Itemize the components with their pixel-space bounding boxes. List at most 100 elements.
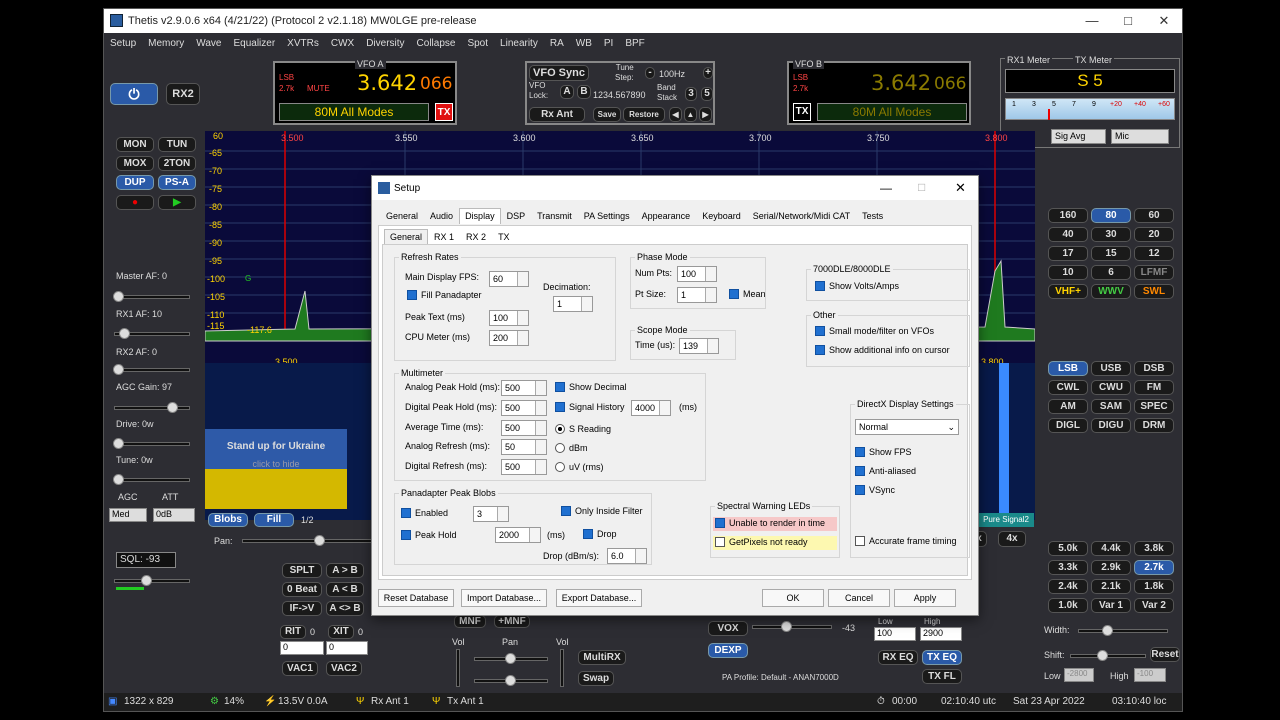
signal-history-input[interactable]: 4000 [631, 400, 671, 416]
decimation-input[interactable]: 1 [553, 296, 593, 312]
show-volts-checkbox[interactable]: Show Volts/Amps [815, 281, 899, 291]
dbm-radio[interactable]: dBm [555, 443, 588, 453]
tab-tests[interactable]: Tests [856, 208, 889, 224]
rx-eq-button[interactable]: RX EQ [878, 650, 918, 665]
fill-panadapter-checkbox[interactable]: Fill Panadapter [407, 290, 482, 300]
rx2-af-slider[interactable] [114, 368, 190, 372]
record-icon[interactable]: ● [116, 195, 154, 210]
band-15-button[interactable]: 15 [1091, 246, 1131, 261]
mnf-button[interactable]: MNF [454, 615, 486, 628]
mode-am-button[interactable]: AM [1048, 399, 1088, 414]
menu-wb[interactable]: WB [570, 38, 598, 49]
unable-render-checkbox[interactable]: Unable to render in time [715, 518, 825, 528]
vfo-a-freq[interactable]: 3.642 [357, 71, 417, 95]
export-database-button[interactable]: Export Database... [556, 589, 642, 607]
subtab-rx2[interactable]: RX 2 [460, 229, 492, 245]
reset-database-button[interactable]: Reset Database [378, 589, 454, 607]
multirx-button[interactable]: MultiRX [578, 650, 626, 665]
menu-cwx[interactable]: CWX [325, 38, 360, 49]
cpu-meter-input[interactable]: 200 [489, 330, 529, 346]
drop-checkbox[interactable]: Drop [583, 529, 617, 539]
tune-slider[interactable] [114, 478, 190, 482]
split-button[interactable]: SPLT [282, 563, 322, 578]
accurate-timing-checkbox[interactable]: Accurate frame timing [855, 536, 957, 546]
main-fps-input[interactable]: 60 [489, 271, 529, 287]
rx-ant-button[interactable]: Rx Ant [529, 107, 585, 122]
band-30-button[interactable]: 30 [1091, 227, 1131, 242]
b-to-a-button[interactable]: A < B [326, 582, 364, 597]
xit-button[interactable]: XIT [328, 625, 354, 639]
arrow-up-icon[interactable]: ▲ [684, 107, 697, 122]
a-to-b-button[interactable]: A > B [326, 563, 364, 578]
band-vhf-button[interactable]: VHF+ [1048, 284, 1088, 299]
import-database-button[interactable]: Import Database... [461, 589, 547, 607]
tune-step-up-button[interactable]: + [703, 67, 713, 79]
cancel-button[interactable]: Cancel [828, 589, 890, 607]
shift-reset-button[interactable]: Reset [1150, 647, 1180, 662]
menu-collapse[interactable]: Collapse [411, 38, 462, 49]
tx-low-input[interactable]: 100 [874, 627, 916, 641]
save-button[interactable]: Save [593, 107, 621, 122]
vol-slider-2[interactable] [560, 649, 564, 687]
agc-gain-knob[interactable] [167, 402, 178, 413]
rx2-af-knob[interactable] [113, 364, 124, 375]
psa-button[interactable]: PS-A [158, 175, 196, 190]
zero-beat-button[interactable]: 0 Beat [282, 582, 322, 597]
blobs-enabled-checkbox[interactable]: Enabled [401, 508, 448, 518]
mode-spec-button[interactable]: SPEC [1134, 399, 1174, 414]
only-inside-filter-checkbox[interactable]: Only Inside Filter [561, 506, 643, 516]
sql-knob[interactable] [141, 575, 152, 586]
blobs-button[interactable]: Blobs [208, 513, 248, 527]
vac2-button[interactable]: VAC2 [326, 661, 362, 676]
agc-gain-slider[interactable] [114, 406, 190, 410]
show-decimal-checkbox[interactable]: Show Decimal [555, 382, 627, 392]
tab-dsp[interactable]: DSP [501, 208, 532, 224]
mode-sam-button[interactable]: SAM [1091, 399, 1131, 414]
band-12-button[interactable]: 12 [1134, 246, 1174, 261]
ukraine-banner[interactable]: Stand up for Ukraine click to hide [205, 429, 347, 509]
band-swl-button[interactable]: SWL [1134, 284, 1174, 299]
mode-cwu-button[interactable]: CWU [1091, 380, 1131, 395]
mon-button[interactable]: MON [116, 137, 154, 152]
digital-peak-input[interactable]: 500 [501, 400, 547, 416]
pan-knob-bottom[interactable] [505, 653, 516, 664]
tab-audio[interactable]: Audio [424, 208, 459, 224]
setup-close-button[interactable]: ✕ [955, 180, 966, 196]
mode-drm-button[interactable]: DRM [1134, 418, 1174, 433]
meter-select-tx[interactable]: Mic [1111, 129, 1169, 144]
mode-fm-button[interactable]: FM [1134, 380, 1174, 395]
menu-xvtrs[interactable]: XVTRs [281, 38, 325, 49]
play-icon[interactable]: ▶ [158, 195, 196, 210]
filter-29k-button[interactable]: 2.9k [1091, 560, 1131, 575]
scope-time-input[interactable]: 139 [679, 338, 719, 354]
subtab-rx1[interactable]: RX 1 [428, 229, 460, 245]
drop-rate-input[interactable]: 6.0 [607, 548, 647, 564]
filter-var2-button[interactable]: Var 2 [1134, 598, 1174, 613]
vfo-lock-a-button[interactable]: A [560, 85, 574, 99]
s-reading-radio[interactable]: S Reading [555, 424, 611, 434]
uv-radio[interactable]: uV (rms) [555, 462, 604, 472]
filter-low-input[interactable]: -2800 [1064, 668, 1094, 682]
drive-knob[interactable] [113, 438, 124, 449]
zoom-4x-button[interactable]: 4x [998, 531, 1026, 547]
restore-button[interactable]: Restore [623, 107, 665, 122]
meter-select-rx[interactable]: Sig Avg [1051, 129, 1106, 144]
pan-knob-bottom-2[interactable] [505, 675, 516, 686]
show-fps-checkbox[interactable]: Show FPS [855, 447, 912, 457]
pan-knob[interactable] [314, 535, 325, 546]
swap-button[interactable]: Swap [578, 671, 614, 686]
att-select[interactable]: 0dB [153, 508, 195, 522]
num-pts-input[interactable]: 100 [677, 266, 717, 282]
rit-button[interactable]: RIT [280, 625, 306, 639]
width-slider[interactable] [1078, 629, 1168, 633]
directx-mode-select[interactable]: Normal ⌄ [855, 419, 959, 435]
mox-button[interactable]: MOX [116, 156, 154, 171]
tab-appearance[interactable]: Appearance [636, 208, 697, 224]
mode-usb-button[interactable]: USB [1091, 361, 1131, 376]
tab-keyboard[interactable]: Keyboard [696, 208, 747, 224]
vox-slider[interactable] [752, 625, 832, 629]
tx-high-input[interactable]: 2900 [920, 627, 962, 641]
mode-digl-button[interactable]: DIGL [1048, 418, 1088, 433]
filter-high-input[interactable]: -100 [1134, 668, 1166, 682]
menu-diversity[interactable]: Diversity [360, 38, 410, 49]
